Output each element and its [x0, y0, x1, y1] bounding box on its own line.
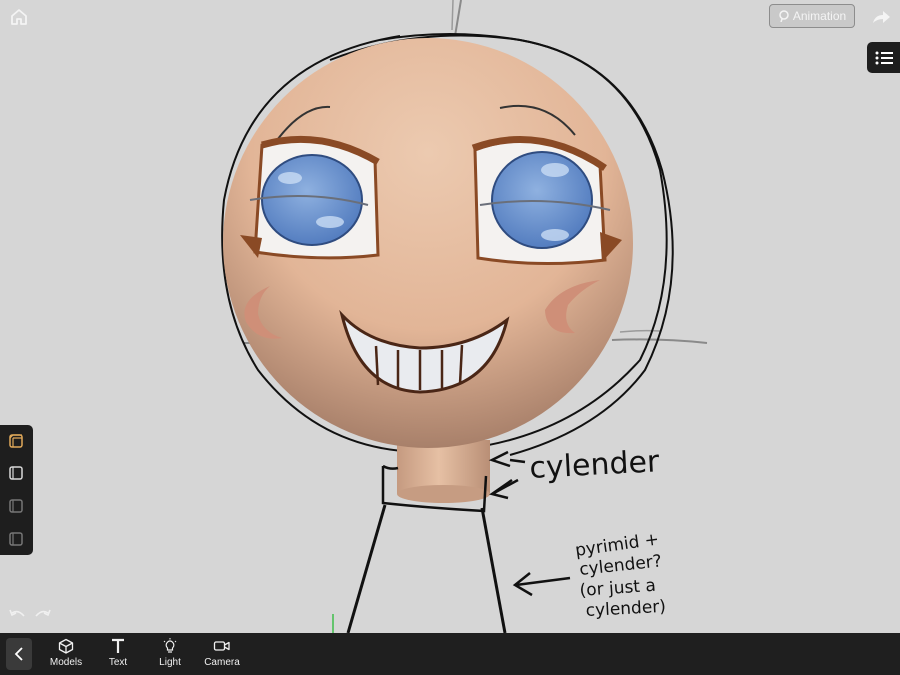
layer-item-1[interactable] [6, 431, 26, 451]
share-arrow-icon [873, 11, 890, 23]
text-t-icon [112, 638, 124, 653]
tool-light[interactable]: Light [145, 638, 195, 672]
redo-icon [35, 609, 51, 617]
cube-layer-icon [9, 434, 23, 448]
list-menu-icon [875, 51, 893, 64]
annotation-body-line4: cylender) [585, 597, 666, 621]
back-button[interactable] [6, 638, 32, 670]
layer-item-2[interactable] [6, 463, 26, 483]
3d-viewport[interactable]: cylender pyrimid + cylender? (or just a … [0, 0, 900, 633]
cube-layer-icon [9, 466, 23, 480]
animation-button[interactable]: Animation [769, 4, 855, 28]
tool-light-label: Light [159, 657, 181, 668]
undo-button[interactable] [8, 608, 26, 624]
tool-text-label: Text [108, 657, 128, 668]
cube-icon [58, 638, 74, 654]
annotation-neck: cylender [529, 444, 661, 486]
tool-text[interactable]: Text [93, 638, 143, 672]
cube-layer-icon [9, 532, 23, 546]
lightbulb-icon [163, 638, 177, 653]
sketch-body [346, 504, 507, 633]
share-button[interactable] [868, 6, 894, 28]
tool-camera-label: Camera [204, 657, 240, 668]
home-icon [11, 9, 27, 25]
layer-item-3[interactable] [6, 496, 26, 516]
layer-panel [0, 425, 33, 555]
cube-layer-icon [9, 499, 23, 513]
chevron-left-icon [14, 647, 23, 661]
bottom-toolbar: Models Text Light Camera [0, 633, 900, 675]
menu-button[interactable] [867, 42, 900, 73]
undo-icon [9, 609, 25, 617]
animation-icon [779, 10, 789, 22]
tool-models-label: Models [49, 657, 83, 668]
redo-button[interactable] [34, 608, 52, 624]
animation-label: Animation [792, 9, 847, 23]
layer-item-4[interactable] [6, 529, 26, 549]
tool-models[interactable]: Models [41, 638, 91, 672]
video-camera-icon [213, 641, 230, 651]
neck-cylinder-model[interactable] [397, 440, 490, 503]
tool-camera[interactable]: Camera [197, 638, 247, 672]
home-button[interactable] [6, 4, 32, 30]
